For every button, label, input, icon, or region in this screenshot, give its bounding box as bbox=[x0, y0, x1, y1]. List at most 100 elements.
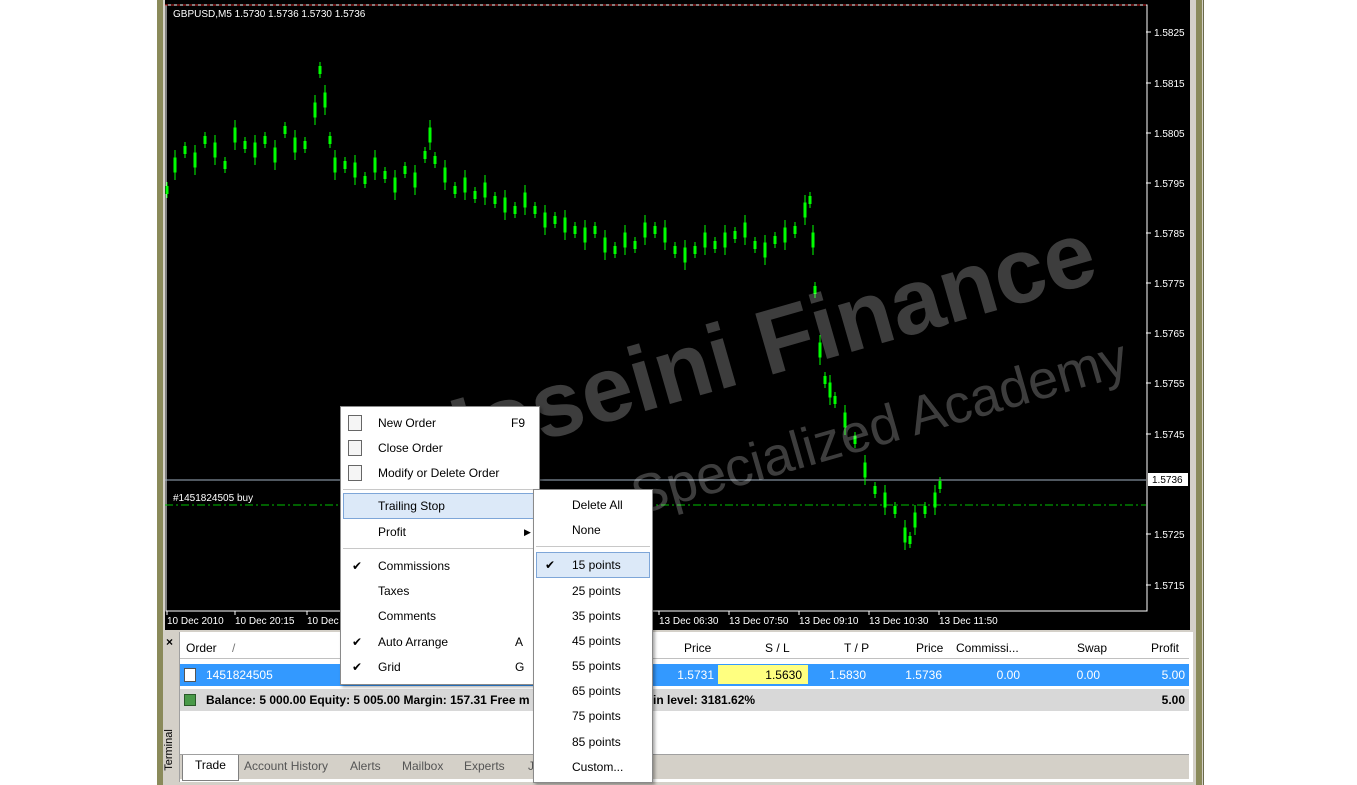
menu-label: Custom... bbox=[572, 760, 624, 774]
menu-label: 65 points bbox=[572, 684, 621, 698]
submenu-item-75-points[interactable]: 75 points bbox=[534, 704, 652, 728]
candle-body bbox=[903, 527, 907, 543]
candle-body bbox=[263, 136, 267, 144]
candle-body bbox=[513, 206, 517, 214]
tab-alerts[interactable]: Alerts bbox=[350, 759, 381, 773]
checkmark-icon: ✔ bbox=[545, 558, 556, 572]
candle-body bbox=[283, 126, 287, 134]
candle-body bbox=[743, 222, 747, 238]
new-order-icon bbox=[348, 415, 362, 431]
col-sort-indicator: / bbox=[232, 641, 236, 655]
menu-item-profit[interactable]: Profit ▶ bbox=[341, 520, 539, 544]
menu-label: 15 points bbox=[572, 558, 621, 572]
candle-body bbox=[623, 232, 627, 248]
menu-item-commissions[interactable]: ✔ Commissions bbox=[341, 554, 539, 578]
candle-body bbox=[383, 171, 387, 179]
menu-label: Commissions bbox=[378, 559, 451, 573]
price-axis-label: 1.5795 bbox=[1154, 179, 1185, 190]
menu-shortcut: G bbox=[515, 660, 525, 674]
candle-body bbox=[473, 191, 477, 199]
col-price-open[interactable]: Price bbox=[684, 641, 711, 655]
close-icon[interactable]: × bbox=[166, 635, 173, 649]
tab-trade[interactable]: Trade bbox=[182, 755, 239, 781]
candle-body bbox=[763, 242, 767, 258]
balance-row: Balance: 5 000.00 Equity: 5 005.00 Margi… bbox=[180, 689, 1189, 711]
menu-item-close-order[interactable]: Close Order bbox=[341, 436, 539, 460]
menu-label: 35 points bbox=[572, 609, 621, 623]
submenu-item-delete-all[interactable]: Delete All bbox=[534, 493, 652, 517]
col-order[interactable]: Order bbox=[186, 641, 217, 655]
menu-item-auto-arrange[interactable]: ✔ Auto Arrange A bbox=[341, 630, 539, 654]
price-axis-label: 1.5765 bbox=[1154, 329, 1185, 340]
submenu-item-45-points[interactable]: 45 points bbox=[534, 629, 652, 653]
submenu-item-85-points[interactable]: 85 points bbox=[534, 730, 652, 754]
submenu-item-custom[interactable]: Custom... bbox=[534, 755, 652, 779]
menu-item-trailing-stop[interactable]: Trailing Stop bbox=[343, 493, 537, 519]
candle-body bbox=[653, 226, 657, 234]
terminal-tabs: Trade Account History Alerts Mailbox Exp… bbox=[180, 754, 1189, 781]
menu-label: Profit bbox=[378, 525, 407, 539]
menu-item-comments[interactable]: Comments bbox=[341, 604, 539, 628]
candle-body bbox=[883, 492, 887, 508]
submenu-item-35-points[interactable]: 35 points bbox=[534, 604, 652, 628]
close-order-icon bbox=[348, 440, 362, 456]
candle-body bbox=[753, 241, 757, 249]
cell-order: 1451824505 bbox=[206, 668, 273, 682]
candle-body bbox=[363, 176, 367, 184]
terminal-panel: × Terminal Order / Price S / L T / P Pri… bbox=[163, 632, 1193, 782]
menu-label: Comments bbox=[378, 609, 437, 623]
tab-account-history[interactable]: Account History bbox=[244, 759, 328, 773]
candle-body bbox=[693, 246, 697, 254]
menu-item-modify-order[interactable]: Modify or Delete Order bbox=[341, 461, 539, 485]
tab-experts[interactable]: Experts bbox=[464, 759, 505, 773]
col-profit[interactable]: Profit bbox=[1151, 641, 1179, 655]
menu-item-new-order[interactable]: New Order F9 bbox=[341, 411, 539, 435]
candle-body bbox=[773, 236, 777, 244]
candle-body bbox=[803, 202, 807, 218]
candle-body bbox=[453, 186, 457, 194]
time-axis-label: 13 Dec 07:50 bbox=[729, 616, 789, 627]
submenu-item-25-points[interactable]: 25 points bbox=[534, 579, 652, 603]
col-sl[interactable]: S / L bbox=[765, 641, 790, 655]
menu-label: 55 points bbox=[572, 659, 621, 673]
chart-symbol-info: GBPUSD,M5 1.5730 1.5736 1.5730 1.5736 bbox=[173, 9, 366, 20]
menu-label: New Order bbox=[378, 416, 437, 430]
time-axis-label: 10 Dec 20:15 bbox=[235, 616, 295, 627]
time-axis-label: 13 Dec 09:10 bbox=[799, 616, 859, 627]
table-row[interactable]: 1451824505 1.5731 1.5630 1.5830 1.5736 0… bbox=[180, 664, 1189, 686]
col-swap[interactable]: Swap bbox=[1077, 641, 1107, 655]
menu-label: Trailing Stop bbox=[378, 499, 445, 513]
menu-item-grid[interactable]: ✔ Grid G bbox=[341, 655, 539, 679]
candle-body bbox=[553, 216, 557, 224]
candle-body bbox=[808, 196, 812, 204]
cell-sl-highlight[interactable]: 1.5630 bbox=[718, 665, 808, 684]
col-price[interactable]: Price bbox=[916, 641, 943, 655]
col-tp[interactable]: T / P bbox=[844, 641, 869, 655]
modify-order-icon bbox=[348, 465, 362, 481]
menu-label: 45 points bbox=[572, 634, 621, 648]
candle-body bbox=[833, 396, 837, 404]
candle-body bbox=[613, 246, 617, 254]
time-axis-label: 13 Dec 11:50 bbox=[939, 616, 998, 627]
candle-body bbox=[703, 232, 707, 248]
col-commission[interactable]: Commissi... bbox=[956, 641, 1019, 655]
menu-separator bbox=[536, 546, 650, 547]
candle-body bbox=[233, 127, 237, 143]
submenu-item-65-points[interactable]: 65 points bbox=[534, 679, 652, 703]
price-axis-label: 1.5805 bbox=[1154, 129, 1185, 140]
menu-separator bbox=[343, 548, 537, 549]
candle-body bbox=[863, 462, 867, 478]
cell-price: 1.5736 bbox=[905, 668, 942, 682]
table-header: Order / Price S / L T / P Price Commissi… bbox=[180, 638, 1189, 659]
candle-body bbox=[493, 196, 497, 204]
menu-item-taxes[interactable]: Taxes bbox=[341, 579, 539, 603]
candle-body bbox=[673, 246, 677, 254]
tab-mailbox[interactable]: Mailbox bbox=[402, 759, 443, 773]
candle-body bbox=[483, 182, 487, 198]
candle-body bbox=[811, 232, 815, 248]
candle-body bbox=[873, 486, 877, 494]
submenu-item-none[interactable]: None bbox=[534, 518, 652, 542]
submenu-item-55-points[interactable]: 55 points bbox=[534, 654, 652, 678]
candle-body bbox=[423, 151, 427, 159]
submenu-item-15-points[interactable]: ✔ 15 points bbox=[536, 552, 650, 578]
